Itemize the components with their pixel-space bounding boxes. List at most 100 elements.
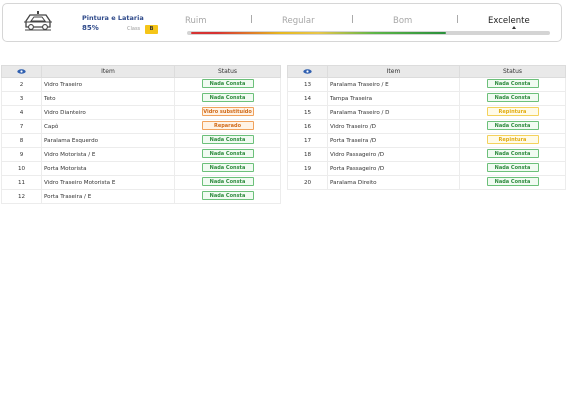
status-column-header: Status [174,65,281,78]
item-name: Paralama Traseiro / D [327,105,460,120]
item-number: 12 [1,189,42,204]
category-summary-card: Pintura e Lataria 85% Class B Ruim Regul… [2,3,562,42]
eye-icon [303,69,312,74]
items-table-right: Item Status 13 Paralama Traseiro / E Nada … [287,65,566,190]
item-number: 19 [287,161,328,176]
status-column-header: Status [459,65,566,78]
item-name: Capô [41,119,175,134]
status-cell: Nada Consta [174,161,281,176]
item-name: Vidro Dianteiro [41,105,175,120]
item-name: Porta Traseira / E [41,189,175,204]
table-row: 2 Vidro Traseiro Nada Consta [1,77,281,92]
table-row: 14 Tampa Traseira Nada Consta [287,91,566,106]
item-name: Vidro Traseiro Motorista E [41,175,175,190]
items-table-left: Item Status 2 Vidro Traseiro Nada Consta 3… [1,65,281,204]
status-badge: Nada Consta [201,177,254,186]
table-header-row: Item Status [287,65,566,78]
scale-separator [352,15,353,23]
status-badge: Nada Consta [201,135,254,144]
table-row: 10 Porta Motorista Nada Consta [1,161,281,176]
status-cell: Nada Consta [459,119,566,134]
table-row: 9 Vidro Motorista / E Nada Consta [1,147,281,162]
item-column-header: Item [41,65,175,78]
status-cell: Nada Consta [459,161,566,176]
table-row: 11 Vidro Traseiro Motorista E Nada Consta [1,175,281,190]
rating-progress-fill [191,32,446,34]
status-badge: Nada Consta [201,79,254,88]
item-name: Vidro Motorista / E [41,147,175,162]
item-name: Teto [41,91,175,106]
scale-label-bom: Bom [393,16,413,26]
item-name: Paralama Traseiro / E [327,77,460,92]
status-badge: Repintura [486,107,539,116]
status-cell: Nada Consta [174,189,281,204]
status-badge: Nada Consta [201,149,254,158]
table-row: 20 Paralama Direito Nada Consta [287,175,566,190]
table-row: 8 Paralama Esquerdo Nada Consta [1,133,281,148]
status-cell: Repintura [459,133,566,148]
status-cell: Repintura [459,105,566,120]
eye-column-header [1,65,42,78]
scale-label-regular: Regular [282,16,315,26]
category-name: Pintura e Lataria [82,14,144,22]
status-cell: Nada Consta [459,175,566,190]
status-cell: Nada Consta [459,77,566,92]
status-badge: Nada Consta [201,93,254,102]
item-name: Paralama Direito [327,175,460,190]
item-name: Vidro Traseiro [41,77,175,92]
status-badge: Vidro substituído [201,107,254,116]
table-row: 18 Vidro Passageiro /D Nada Consta [287,147,566,162]
item-name: Porta Motorista [41,161,175,176]
status-badge: Nada Consta [201,191,254,200]
item-name: Porta Passageiro /D [327,161,460,176]
item-name: Vidro Traseiro /D [327,119,460,134]
status-cell: Nada Consta [174,175,281,190]
table-row: 12 Porta Traseira / E Nada Consta [1,189,281,204]
status-badge: Nada Consta [486,163,539,172]
scale-separator [457,15,458,23]
status-cell: Vidro substituído [174,105,281,120]
table-header-row: Item Status [1,65,281,78]
table-row: 17 Porta Traseira /D Repintura [287,133,566,148]
status-cell: Nada Consta [174,133,281,148]
status-cell: Nada Consta [459,147,566,162]
status-badge: Nada Consta [486,177,539,186]
item-number: 20 [287,175,328,190]
item-number: 15 [287,105,328,120]
item-number: 11 [1,175,42,190]
scale-current-marker [512,26,516,29]
table-row: 4 Vidro Dianteiro Vidro substituído [1,105,281,120]
item-number: 3 [1,91,42,106]
status-cell: Nada Consta [174,77,281,92]
item-name: Porta Traseira /D [327,133,460,148]
item-number: 13 [287,77,328,92]
status-cell: Nada Consta [174,147,281,162]
status-badge: Nada Consta [486,121,539,130]
item-number: 14 [287,91,328,106]
item-column-header: Item [327,65,460,78]
item-name: Vidro Passageiro /D [327,147,460,162]
item-number: 8 [1,133,42,148]
rating-progress-track [187,31,550,35]
status-badge: Nada Consta [486,93,539,102]
status-cell: Reparado [174,119,281,134]
table-row: 7 Capô Reparado [1,119,281,134]
status-badge: Nada Consta [486,149,539,158]
item-number: 9 [1,147,42,162]
status-badge: Nada Consta [201,163,254,172]
scale-separator [251,15,252,23]
status-cell: Nada Consta [174,91,281,106]
table-row: 16 Vidro Traseiro /D Nada Consta [287,119,566,134]
item-name: Paralama Esquerdo [41,133,175,148]
status-badge: Repintura [486,135,539,144]
eye-icon [17,69,26,74]
item-number: 10 [1,161,42,176]
eye-column-header [287,65,328,78]
table-row: 15 Paralama Traseiro / D Repintura [287,105,566,120]
class-badge: B [145,25,158,34]
status-badge: Reparado [201,121,254,130]
table-row: 19 Porta Passageiro /D Nada Consta [287,161,566,176]
scale-label-ruim: Ruim [185,16,207,26]
class-label: Class [127,26,141,32]
scale-label-excelente: Excelente [488,16,530,26]
